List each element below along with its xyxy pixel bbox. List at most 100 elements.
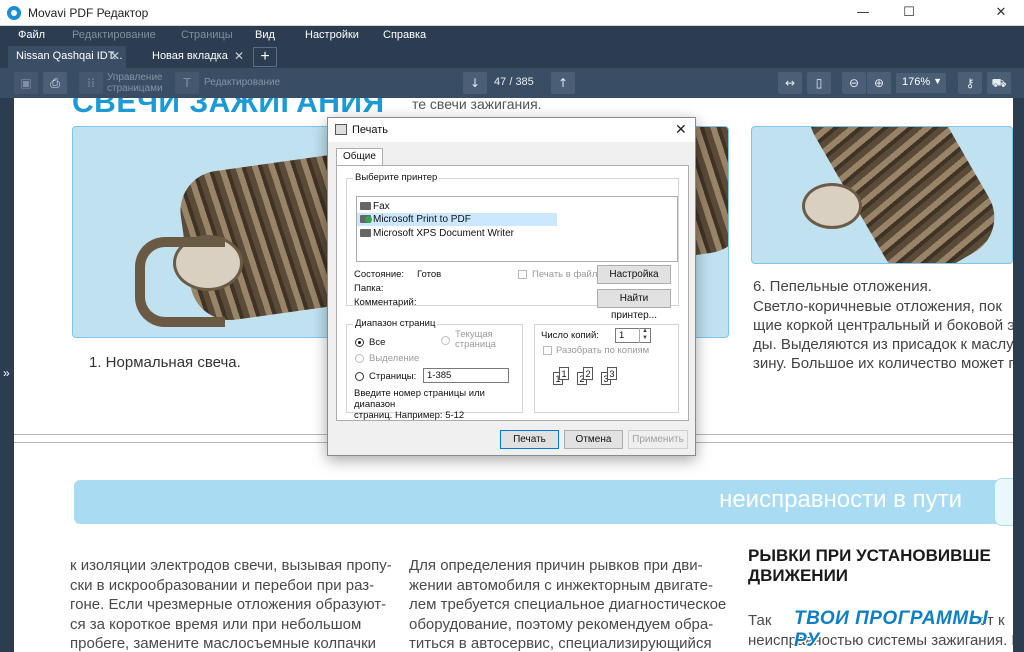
printer-icon [360, 229, 371, 237]
expand-panel-icon[interactable]: » [3, 366, 10, 380]
range-current-line2: страница [455, 339, 496, 350]
tab-document[interactable]: Nissan Qashqai IDT... ✕ [8, 46, 126, 68]
page-range-title: Диапазон страниц [353, 318, 438, 329]
tab-new[interactable]: Новая вкладка ✕ [144, 46, 250, 68]
menu-bar: Файл Редактирование Страницы Вид Настрой… [0, 26, 1024, 46]
text-line: пробеге, замените маслосъемные колпачки [70, 635, 377, 652]
status-value: Готов [417, 269, 442, 280]
banner-tab [994, 478, 1013, 526]
text-line: ся за короткое время или при небольшом [70, 615, 362, 633]
shopping-cart-icon[interactable]: ⛟ [987, 72, 1011, 94]
print-to-file-checkbox[interactable] [518, 270, 527, 279]
left-panel-strip: » [0, 98, 14, 652]
default-check-icon [365, 216, 372, 223]
range-hint-line2: страниц. Например: 5-12 [354, 410, 465, 421]
printer-icon [335, 124, 347, 135]
menu-settings[interactable]: Настройки [305, 29, 359, 41]
tab-bar: Nissan Qashqai IDT... ✕ Новая вкладка ✕ … [0, 46, 1024, 68]
manage-pages-button[interactable]: Управление страницами [107, 72, 163, 94]
dialog-title-bar: Печать ✕ [328, 118, 695, 142]
status-label: Состояние: [354, 269, 405, 280]
range-current-label: Текущая страница [455, 330, 496, 350]
menu-file[interactable]: Файл [18, 29, 45, 41]
close-tab-icon[interactable]: ✕ [234, 49, 244, 63]
maximize-button[interactable]: ☐ [886, 0, 932, 26]
range-selection-label: Выделение [369, 353, 420, 364]
page-down-icon[interactable]: ↓ [463, 72, 487, 94]
print-to-file-label: Печать в файл [532, 269, 598, 280]
tab-general[interactable]: Общие [336, 148, 383, 166]
print-button[interactable]: Печать [500, 430, 559, 449]
spark-plug-photo-2 [751, 126, 1013, 264]
printer-settings-button[interactable]: Настройка [597, 265, 671, 284]
close-dialog-button[interactable]: ✕ [675, 121, 687, 138]
text-line: щие коркой центральный и боковой э [753, 317, 1013, 334]
printer-group-title: Выберите принтер [353, 172, 440, 183]
page-total: 385 [515, 76, 534, 88]
zoom-select[interactable]: 176% ▼ [896, 73, 946, 93]
page-top-text: те свечи зажигания. [412, 98, 542, 112]
range-pages-label: Страницы: [369, 371, 417, 382]
printer-list[interactable]: Fax Microsoft Print to PDF Microsoft XPS… [356, 196, 678, 262]
chevron-down-icon: ▼ [933, 76, 942, 86]
zoom-value: 176% [902, 76, 931, 88]
text-line: 6. Пепельные отложения. [753, 278, 932, 295]
fit-page-icon[interactable]: ▯ [807, 72, 831, 94]
collate-checkbox[interactable] [543, 346, 552, 355]
dialog-panel: Выберите принтер Fax Microsoft Print to … [336, 165, 689, 421]
menu-pages[interactable]: Страницы [181, 29, 233, 41]
printer-item-fax[interactable]: Fax [357, 200, 557, 213]
page-range-input[interactable]: 1-385 [423, 368, 509, 383]
find-printer-button[interactable]: Найти принтер... [597, 289, 671, 321]
print-icon[interactable]: ⎙ [43, 72, 67, 94]
heading-line: РЫВКИ ПРИ УСТАНОВИВШЕ [748, 546, 991, 565]
page-current[interactable]: 47 [494, 76, 506, 88]
text-line: ски в искрообразовании и перебои при раз… [70, 576, 375, 594]
close-window-button[interactable]: ✕ [978, 0, 1024, 26]
range-current-radio[interactable] [441, 336, 450, 345]
close-tab-icon[interactable]: ✕ [110, 49, 120, 63]
edit-mode-button[interactable]: Редактирование [204, 77, 280, 88]
comment-label: Комментарий: [354, 297, 417, 308]
cancel-button[interactable]: Отмена [564, 430, 623, 449]
new-tab-button[interactable]: + [253, 47, 277, 67]
save-icon[interactable]: ▣ [14, 72, 38, 94]
zoom-in-icon[interactable]: ⊕ [867, 72, 891, 94]
range-pages-radio[interactable] [355, 372, 364, 381]
range-all-radio[interactable] [355, 338, 364, 347]
text-line: оборудование, поэтому рекомендуем обра- [409, 615, 714, 633]
page-range-group: Диапазон страниц Все Текущая страница Вы… [346, 318, 523, 421]
main-toolbar: ▣ ⎙ ⁞⁞ Управление страницами T Редактиро… [0, 68, 1024, 98]
fit-width-icon[interactable]: ↔ [778, 72, 802, 94]
text-line: Для определения причин рывков при дви- [409, 557, 703, 574]
copies-spinner[interactable]: ▲ ▼ [639, 328, 650, 343]
printer-name: Microsoft Print to PDF [373, 214, 471, 225]
vertical-scrollbar[interactable] [1013, 98, 1024, 652]
banner-text: неисправности в пути [719, 486, 962, 513]
copies-group: Число копий: 1 ▲ ▼ Разобрать по копиям 1 … [534, 324, 679, 413]
printer-group: Выберите принтер Fax Microsoft Print to … [346, 172, 679, 321]
menu-edit[interactable]: Редактирование [72, 29, 156, 41]
menu-help[interactable]: Справка [383, 29, 426, 41]
photo-caption: 1. Нормальная свеча. [89, 354, 241, 371]
text-line: жении автомобиля с инжекторным двигате- [409, 576, 713, 594]
grid-pages-icon[interactable]: ⁞⁞ [79, 72, 103, 94]
range-selection-radio[interactable] [355, 354, 364, 363]
manage-pages-line1: Управление [107, 72, 163, 83]
minimize-button[interactable]: — [840, 0, 886, 26]
page-up-icon[interactable]: ↑ [551, 72, 575, 94]
manage-pages-line2: страницами [107, 83, 163, 94]
zoom-out-icon[interactable]: ⊖ [842, 72, 866, 94]
tab-label: Новая вкладка [152, 50, 228, 62]
collate-label: Разобрать по копиям [556, 345, 650, 356]
text-line: лем требуется специальное диагностическо… [409, 596, 727, 613]
text-line: Светло-коричневые отложения, пок [753, 298, 1002, 315]
key-activation-icon[interactable]: ⚷ [958, 72, 982, 94]
printer-item-pdf[interactable]: Microsoft Print to PDF [357, 213, 557, 226]
text-column-1: к изоляции электродов свечи, вызывая про… [70, 556, 392, 652]
printer-item-xps[interactable]: Microsoft XPS Document Writer [357, 227, 557, 240]
apply-button[interactable]: Применить [628, 430, 688, 449]
menu-view[interactable]: Вид [255, 29, 275, 41]
tab-label: Nissan Qashqai IDT... [16, 50, 123, 62]
text-edit-icon[interactable]: T [175, 72, 199, 94]
